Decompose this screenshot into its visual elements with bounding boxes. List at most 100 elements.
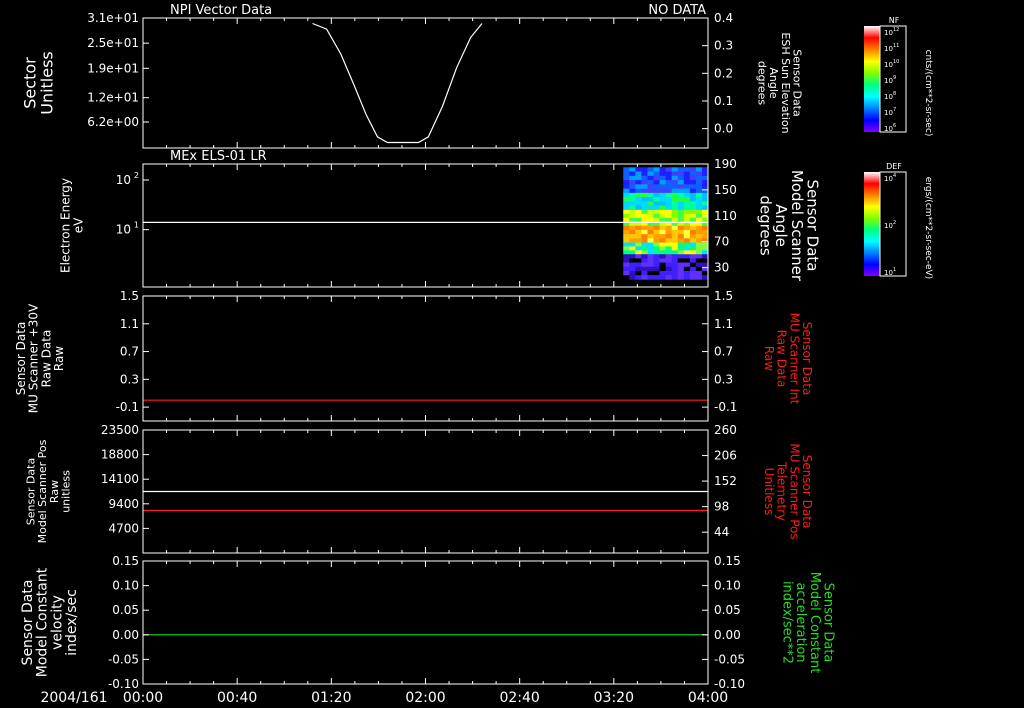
spectrogram-cell — [689, 192, 697, 198]
spectrogram-cell — [665, 188, 673, 194]
spectrogram-cell — [683, 171, 691, 177]
colorbar-tick-label: 10 — [884, 93, 893, 101]
spectrogram-cell — [701, 258, 709, 263]
spectrogram-cell — [647, 229, 654, 235]
spectrogram-cell — [653, 246, 660, 251]
spectrogram-cell — [659, 201, 667, 207]
spectrogram-cell — [671, 197, 679, 202]
y-left-tick-exponent: 2 — [134, 171, 139, 180]
time-series-plot: 3.1e+01 2.5e+01 1.9e+01 1.2e+01 6.2e+00 0.4 0.… — [14, 3, 933, 706]
spectrogram-cell — [665, 217, 673, 223]
spectrogram-cell — [629, 246, 636, 251]
colorbar-tick-exponent: 2 — [893, 220, 896, 226]
spectrogram-cell — [659, 254, 667, 259]
spectrogram-cell — [629, 225, 636, 231]
spectrogram-cell — [665, 205, 673, 211]
y-left-title: Sensor DataModel Constantvelocityindex/s… — [20, 567, 80, 677]
spectrogram-cell — [629, 184, 636, 190]
spectrogram-cell — [641, 188, 648, 194]
spectrogram-cell — [623, 184, 630, 190]
time-tick-label: 01:20 — [311, 690, 351, 706]
y-left-tick-label: 0.7 — [120, 345, 139, 359]
spectrogram-cell — [629, 234, 636, 239]
spectrogram-cell — [653, 254, 660, 259]
spectrogram-cell — [695, 250, 703, 255]
spectrogram-cell — [701, 254, 709, 259]
spectrogram-cell — [641, 201, 648, 207]
spectrogram-cell — [677, 171, 685, 177]
spectrogram-cell — [677, 242, 685, 247]
y-right-title-line: degrees — [756, 61, 769, 106]
spectrogram-cell — [659, 242, 667, 247]
spectrogram-cell — [635, 192, 642, 198]
y-right-tick-label: 0.0 — [714, 122, 733, 136]
y-left-title-line: unitless — [59, 470, 72, 513]
spectrogram-cell — [647, 234, 654, 239]
spectrogram-cell — [635, 262, 642, 268]
spectrogram-cell — [701, 217, 709, 223]
spectrogram-cell — [695, 213, 703, 219]
y-left-title: Sensor DataModel Scanner PosRawunitless — [25, 439, 73, 543]
y-left-title-line: Unitless — [37, 51, 56, 115]
spectrogram-cell — [659, 262, 667, 268]
spectrogram-cell — [647, 192, 654, 198]
spectrogram-cell — [647, 180, 654, 185]
spectrogram-cell — [665, 213, 673, 219]
spectrogram-cell — [677, 266, 685, 272]
spectrogram-cell — [629, 188, 636, 194]
y-left-tick-label: 0.00 — [112, 628, 139, 642]
spectrogram-cell — [671, 254, 679, 259]
spectrogram-cell — [641, 180, 648, 185]
y-left-tick-label: 6.2e+00 — [87, 115, 139, 129]
spectrogram-cell — [623, 205, 630, 211]
series-line-1 — [312, 22, 483, 144]
spectrogram-cell — [695, 270, 703, 276]
spectrogram-cell — [689, 167, 697, 172]
spectrogram-cell — [695, 209, 703, 215]
spectrogram-cell — [641, 266, 648, 272]
y-left-tick-label: 10 — [116, 223, 131, 237]
spectrogram-cell — [695, 238, 703, 243]
spectrogram-cell — [665, 201, 673, 207]
spectrogram-cell — [629, 270, 636, 276]
spectrogram-cell — [701, 197, 709, 202]
spectrogram-cell — [635, 254, 642, 259]
spectrogram-cell — [629, 217, 636, 223]
y-left-title-line: Model Constant — [35, 567, 51, 677]
spectrogram-cell — [635, 229, 642, 235]
spectrogram-cell — [647, 167, 654, 172]
y-right-tick-label: 150 — [714, 183, 737, 197]
spectrogram-cell — [683, 205, 691, 211]
spectrogram-cell — [641, 197, 648, 202]
spectrogram-cell — [641, 229, 648, 235]
spectrogram-cell — [671, 184, 679, 190]
spectrogram-cell — [623, 180, 630, 185]
colorbar-tick-exponent: 10 — [893, 59, 899, 65]
spectrogram-cell — [665, 254, 673, 259]
y-right-tick-label: 0.2 — [714, 66, 733, 80]
time-tick-label: 00:40 — [217, 690, 257, 706]
spectrogram-cell — [677, 246, 685, 251]
y-right-tick-label: -0.05 — [714, 652, 745, 666]
spectrogram-cell — [623, 246, 630, 251]
spectrogram-cell — [701, 270, 709, 276]
spectrogram-cell — [629, 258, 636, 263]
spectrogram-cell — [671, 180, 679, 185]
spectrogram-cell — [689, 213, 697, 219]
spectrogram-cell — [695, 225, 703, 231]
colorbar-tick-label: 10 — [884, 29, 893, 37]
spectrogram-cell — [659, 229, 667, 235]
spectrogram-cell — [623, 242, 630, 247]
spectrogram-cell — [635, 242, 642, 247]
y-right-tick-label: 110 — [714, 209, 737, 223]
spectrogram-cell — [677, 167, 685, 172]
spectrogram-cell — [635, 201, 642, 207]
spectrogram-cell — [653, 242, 660, 247]
spectrogram-cell — [653, 250, 660, 255]
spectrogram-cell — [629, 205, 636, 211]
spectrogram-cell — [659, 246, 667, 251]
spectrogram-cell — [641, 242, 648, 247]
colorbar-tick-exponent: 7 — [893, 107, 896, 113]
spectrogram-cell — [689, 238, 697, 243]
panel-2: 10 210 11901501107030Electron EnergyeV Sens… — [59, 149, 822, 288]
